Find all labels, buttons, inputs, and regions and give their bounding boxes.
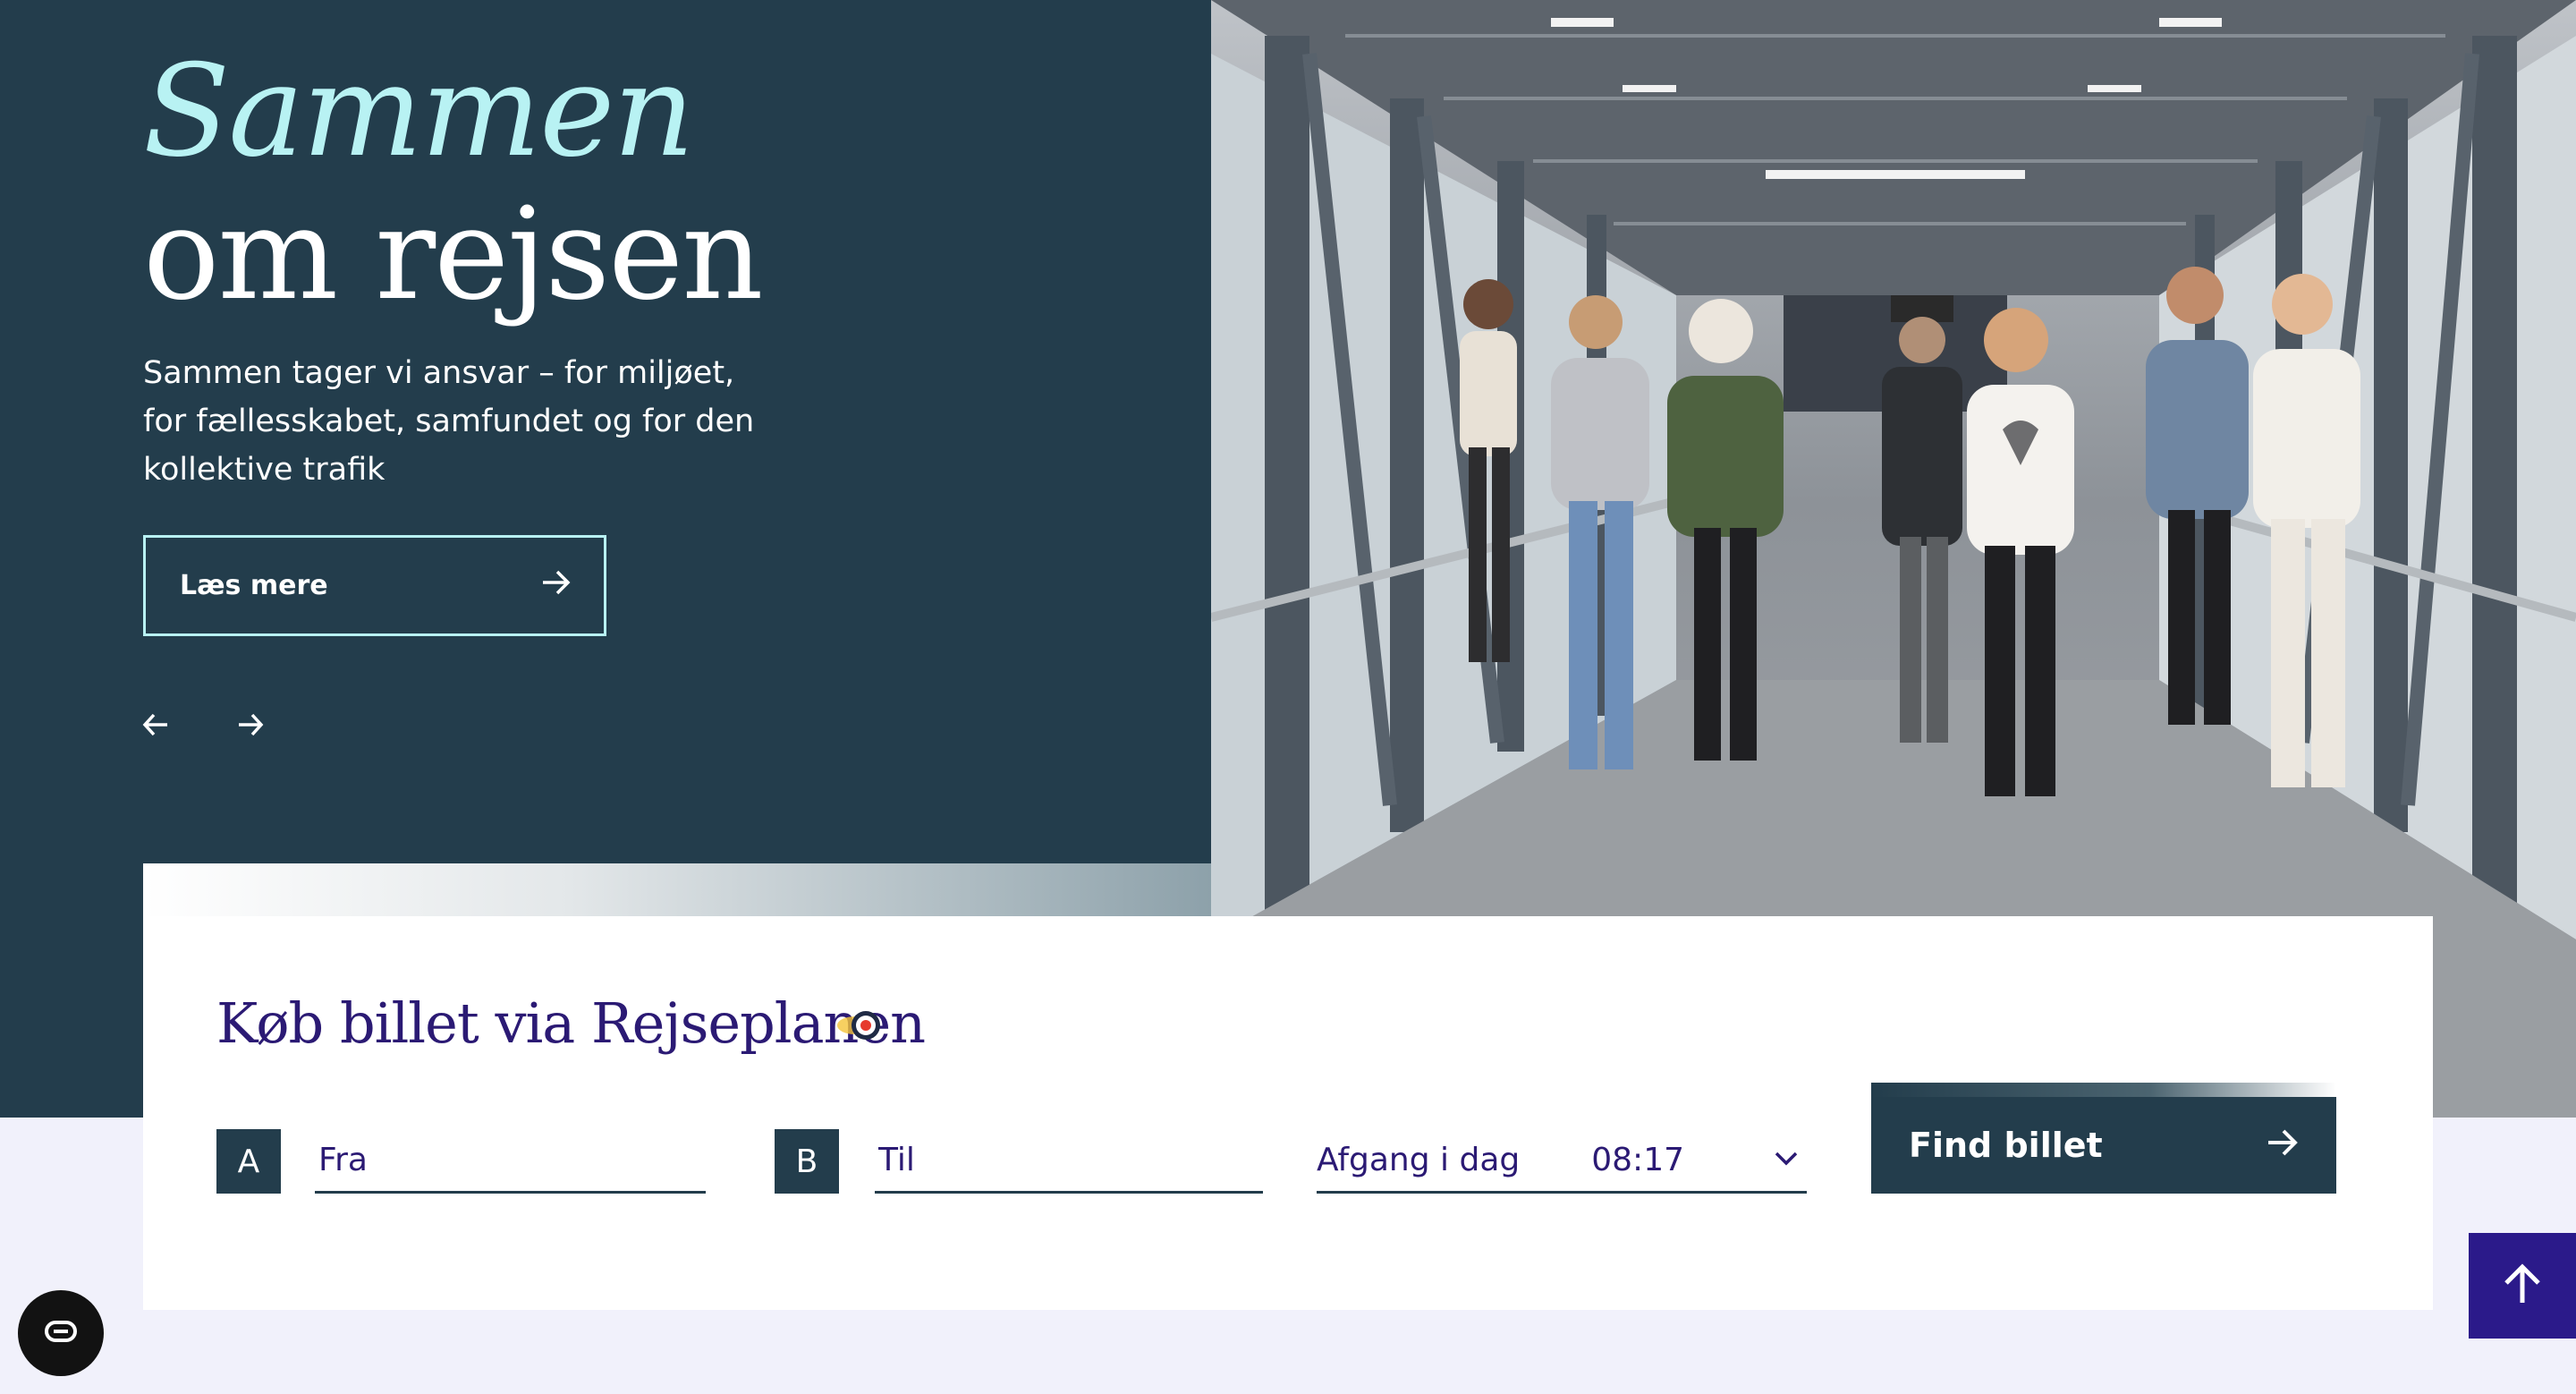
read-more-label: Læs mere <box>180 570 328 601</box>
from-field[interactable] <box>315 1129 706 1194</box>
card-top-fade <box>143 863 1211 917</box>
button-top-fade <box>1871 1083 2336 1097</box>
departure-time: 08:17 <box>1591 1142 1684 1178</box>
departure-label: Afgang i dag <box>1317 1142 1521 1178</box>
read-more-button[interactable]: Læs mere <box>143 535 606 636</box>
ticket-card-title: Køb billet via Rejseplanen <box>216 990 926 1056</box>
to-input[interactable] <box>875 1142 1263 1178</box>
arrow-right-icon <box>2267 1126 2299 1165</box>
hero-title-italic: Sammen <box>143 38 695 185</box>
find-ticket-label: Find billet <box>1909 1126 2103 1165</box>
arrow-left-icon <box>142 713 169 740</box>
to-field[interactable] <box>875 1129 1263 1194</box>
slide-next-button[interactable] <box>231 707 270 746</box>
slide-prev-button[interactable] <box>136 707 175 746</box>
from-badge: A <box>216 1129 281 1194</box>
to-badge: B <box>775 1129 839 1194</box>
find-ticket-button[interactable]: Find billet <box>1871 1083 2336 1194</box>
hero-title: om rejsen <box>143 181 764 328</box>
departure-select[interactable]: Afgang i dag 08:17 <box>1317 1129 1807 1194</box>
rejseplanen-logo-icon <box>835 1006 893 1045</box>
chevron-down-icon <box>1775 1152 1798 1169</box>
hero-lead: Sammen tager vi ansvar – for miljøet, fo… <box>143 355 755 488</box>
arrow-right-icon <box>541 569 572 603</box>
cookie-settings-button[interactable] <box>18 1290 104 1376</box>
from-input[interactable] <box>315 1142 706 1178</box>
cookie-settings-icon <box>38 1318 84 1348</box>
scroll-to-top-button[interactable] <box>2469 1233 2576 1339</box>
arrow-right-icon <box>237 713 264 740</box>
arrow-up-icon <box>2503 1263 2542 1308</box>
ticket-search-card: Køb billet via Rejseplanen A B Afgang i … <box>143 916 2433 1310</box>
